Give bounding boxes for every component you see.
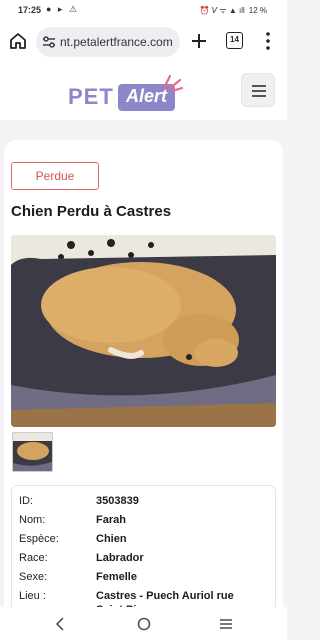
detail-value: Castres - Puech Auriol rue <box>96 590 234 602</box>
status-badge: Perdue <box>11 162 99 190</box>
detail-label: ID: <box>19 495 34 507</box>
status-bar: 17:25 ● ▸ ⚠ ⏰ 𝘝 ᯤ ▲ ıll 12 % <box>0 0 287 22</box>
home-nav-icon[interactable] <box>137 617 151 631</box>
signal-icons: ⏰ 𝘝 ᯤ ▲ ıll <box>199 6 245 15</box>
detail-label: Race: <box>19 552 48 564</box>
photo-thumbnail[interactable] <box>12 432 53 472</box>
detail-value: 3503839 <box>96 495 139 507</box>
petalert-logo[interactable]: PET Alert <box>68 72 188 116</box>
hamburger-line <box>252 95 266 97</box>
back-icon[interactable] <box>54 617 66 631</box>
dog-photo-image <box>11 235 276 427</box>
home-icon[interactable] <box>8 31 28 51</box>
detail-label: Espèce: <box>19 533 59 545</box>
tab-switcher-button[interactable]: 14 <box>226 32 243 49</box>
browser-toolbar: nt.petalertfrance.com 14 <box>0 22 287 62</box>
more-menu-icon[interactable] <box>264 31 272 51</box>
system-icons: ⏰ 𝘝 ᯤ ▲ ıll 12 % <box>199 5 267 16</box>
site-settings-icon[interactable] <box>41 34 57 50</box>
detail-value: Labrador <box>96 552 144 564</box>
detail-value: Farah <box>96 514 126 526</box>
url-text[interactable]: nt.petalertfrance.com <box>60 35 176 49</box>
alert-rays-icon <box>162 74 184 92</box>
detail-value: Chien <box>96 533 127 545</box>
detail-label: Sexe: <box>19 571 48 583</box>
site-header: PET Alert <box>0 62 287 120</box>
menu-button[interactable] <box>241 73 275 107</box>
battery-percent: 12 % <box>248 6 267 15</box>
system-nav-bar <box>0 607 287 640</box>
detail-value: Femelle <box>96 571 137 583</box>
hamburger-line <box>252 90 266 92</box>
page-title: Chien Perdu à Castres <box>11 203 172 220</box>
logo-text-pet: PET <box>68 84 114 109</box>
notification-icons: ● ▸ ⚠ <box>46 4 80 14</box>
listing-card: Perdue Chien Perdu à Castres ID: 3503839… <box>4 140 283 640</box>
pet-photo[interactable] <box>11 235 276 427</box>
new-tab-icon[interactable] <box>189 31 209 51</box>
address-bar[interactable]: nt.petalertfrance.com <box>36 27 180 57</box>
detail-label: Nom: <box>19 514 46 526</box>
recent-apps-icon[interactable] <box>219 618 233 630</box>
hamburger-line <box>252 85 266 87</box>
status-time: 17:25 <box>18 5 42 15</box>
detail-label: Lieu : <box>19 590 46 602</box>
dog-thumbnail-image <box>13 433 52 471</box>
